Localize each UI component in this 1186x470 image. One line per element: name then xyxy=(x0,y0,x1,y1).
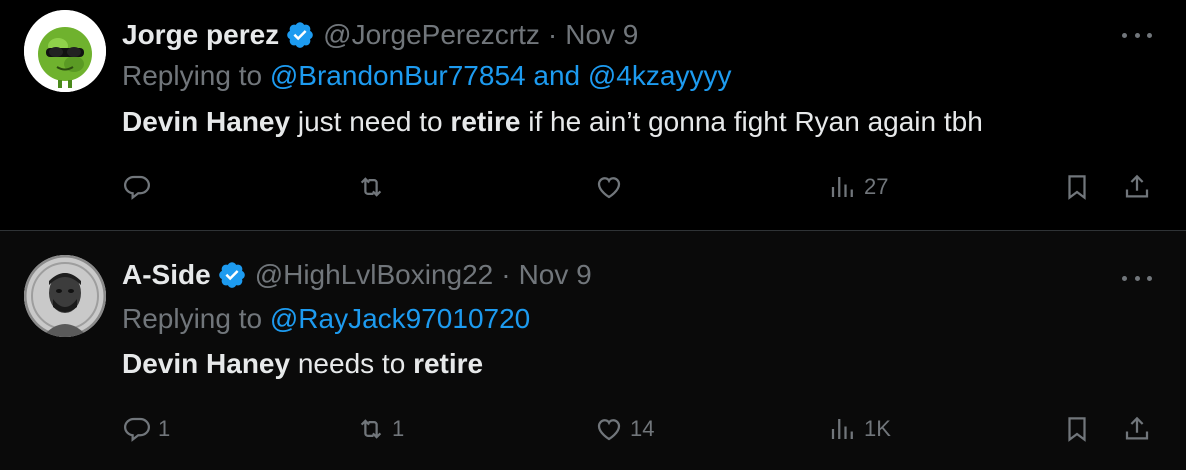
timestamp[interactable]: Nov 9 xyxy=(519,259,592,291)
retweet-button[interactable]: 1 xyxy=(356,409,404,449)
retweet-icon xyxy=(360,419,382,439)
bookmark-icon xyxy=(1068,175,1086,200)
reply-icon xyxy=(123,417,151,442)
replying-to: Replying to @RayJack97010720 xyxy=(122,303,530,335)
highlight: retire xyxy=(450,106,521,137)
replying-to-link[interactable]: @BrandonBur77854 and @4kzayyyy xyxy=(270,60,732,91)
separator: · xyxy=(501,259,511,290)
highlight: Devin Haney xyxy=(122,106,291,137)
replying-prefix: Replying to xyxy=(122,60,263,91)
more-icon[interactable] xyxy=(1122,273,1152,283)
like-icon xyxy=(597,419,621,441)
reply-count: 1 xyxy=(158,416,171,441)
action-bar: 1 1 14 1K xyxy=(122,409,1162,449)
like-icon xyxy=(597,177,621,199)
like-count: 14 xyxy=(630,416,655,441)
highlight: Devin Haney xyxy=(122,348,291,379)
retweet-count: 1 xyxy=(392,416,405,441)
display-name[interactable]: Jorge perez xyxy=(122,19,279,51)
retweet-button[interactable] xyxy=(356,167,392,207)
avatar[interactable] xyxy=(24,255,106,337)
replying-to: Replying to @BrandonBur77854 and @4kzayy… xyxy=(122,60,731,92)
tweet[interactable]: Jorge perez @JorgePerezcrtz · Nov 9 Repl… xyxy=(0,0,1186,230)
view-count: 27 xyxy=(864,174,889,199)
views-button[interactable]: 27 xyxy=(828,167,888,207)
reply-button[interactable]: 1 xyxy=(122,409,170,449)
action-bar: 27 xyxy=(122,167,1162,207)
bookmark-icon xyxy=(1068,417,1086,442)
tweet-text: Devin Haney needs to retire xyxy=(122,348,483,380)
share-icon xyxy=(1125,174,1149,198)
avatar[interactable] xyxy=(24,10,106,92)
tweet-header: A-Side @HighLvlBoxing22 · Nov 9 xyxy=(122,256,592,294)
share-button[interactable] xyxy=(1122,409,1152,449)
view-count: 1K xyxy=(864,416,891,441)
verified-badge-icon xyxy=(285,20,315,50)
replying-prefix: Replying to xyxy=(122,303,263,334)
text-segment: just need to xyxy=(290,106,451,137)
tweet-header: Jorge perez @JorgePerezcrtz · Nov 9 xyxy=(122,16,638,54)
share-icon xyxy=(1125,416,1149,440)
views-icon xyxy=(831,419,853,439)
like-button[interactable]: 14 xyxy=(594,409,654,449)
tweet-text: Devin Haney just need to retire if he ai… xyxy=(122,106,983,138)
more-icon[interactable] xyxy=(1122,30,1152,40)
tweet[interactable]: A-Side @HighLvlBoxing22 · Nov 9 Replying… xyxy=(0,231,1186,470)
verified-badge-icon xyxy=(217,260,247,290)
replying-to-link[interactable]: @RayJack97010720 xyxy=(270,303,530,334)
bookmark-button[interactable] xyxy=(1062,167,1092,207)
display-name[interactable]: A-Side xyxy=(122,259,211,291)
bookmark-button[interactable] xyxy=(1062,409,1092,449)
like-button[interactable] xyxy=(594,167,630,207)
text-segment: needs to xyxy=(290,348,414,379)
handle[interactable]: @HighLvlBoxing22 xyxy=(255,259,494,291)
reply-icon xyxy=(123,175,151,200)
text-segment: if he ain’t gonna fight Ryan again tbh xyxy=(520,106,983,137)
reply-button[interactable] xyxy=(122,167,158,207)
share-button[interactable] xyxy=(1122,167,1152,207)
separator: · xyxy=(547,19,558,50)
handle[interactable]: @JorgePerezcrtz xyxy=(323,19,540,51)
highlight: retire xyxy=(413,348,484,379)
retweet-icon xyxy=(360,177,382,197)
timestamp[interactable]: Nov 9 xyxy=(565,19,638,51)
views-button[interactable]: 1K xyxy=(828,409,891,449)
views-icon xyxy=(831,177,853,197)
